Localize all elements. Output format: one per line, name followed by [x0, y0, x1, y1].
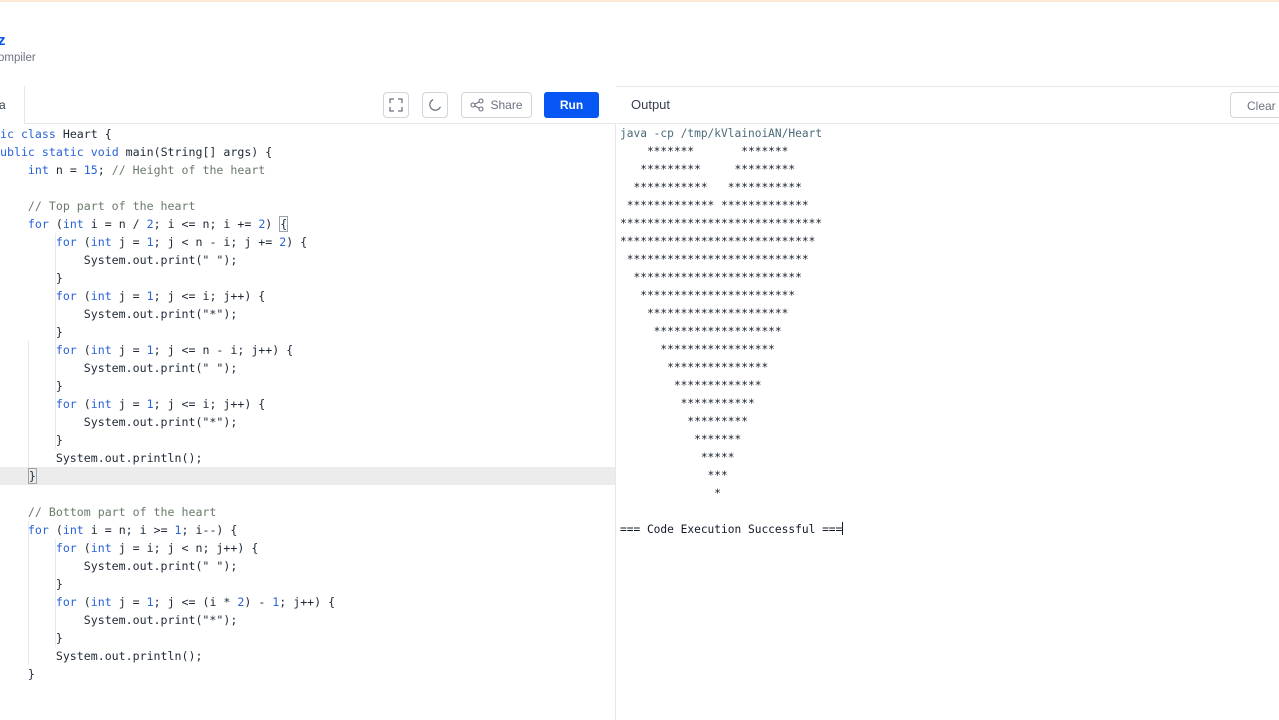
output-line: *** — [620, 469, 728, 482]
output-title: Output — [631, 97, 671, 112]
output-line: ********* — [620, 415, 748, 428]
output-line: ************************* — [620, 271, 802, 284]
output-line: * — [620, 487, 722, 500]
output-line: *********************** — [620, 289, 796, 302]
code-line: } — [0, 433, 63, 447]
output-line: ******************* — [620, 325, 782, 338]
editor-pane: a Share Run ic class Heart { ublic static… — [0, 86, 616, 720]
output-header: Output Clear — [617, 86, 1279, 124]
output-line: ***************** — [620, 343, 775, 356]
output-line: ******* ******* — [620, 145, 789, 158]
code-line: for (int j = i; j < n; j++) { — [55, 541, 259, 555]
editor-toolbar: a Share Run — [0, 86, 616, 124]
output-line: ********* ********* — [620, 163, 796, 176]
output-console[interactable]: java -cp /tmp/kVlainoiAN/Heart ******* *… — [617, 124, 1279, 720]
code-line: for (int i = n / 2; i <= n; i += 2) { — [27, 216, 289, 232]
output-line: ***************************** — [620, 235, 816, 248]
expand-icon — [389, 98, 403, 112]
file-tab-label: a — [0, 98, 6, 112]
output-line: *********** *********** — [620, 181, 802, 194]
share-button[interactable]: Share — [461, 92, 532, 118]
code-line: System.out.print(" "); — [0, 361, 238, 375]
code-line: for (int j = 1; j <= (i * 2) - 1; j++) { — [55, 595, 336, 609]
output-line: === Code Execution Successful === — [620, 522, 844, 536]
run-label: Run — [559, 98, 584, 112]
clear-label: Clear — [1247, 99, 1276, 113]
code-line: } — [0, 379, 63, 393]
file-tab[interactable]: a — [0, 86, 25, 124]
output-line: *************** — [620, 361, 769, 374]
code-editor[interactable]: ic class Heart { ublic static void main(S… — [0, 124, 615, 720]
theme-toggle-button[interactable] — [422, 92, 448, 118]
code-line: // Bottom part of the heart — [27, 505, 217, 519]
code-line: } — [0, 325, 63, 339]
code-line: } — [0, 577, 63, 591]
run-button[interactable]: Run — [544, 92, 599, 118]
output-line: *************************** — [620, 253, 809, 266]
code-line: System.out.print("*"); — [0, 613, 238, 627]
code-line: for (int i = n; i >= 1; i--) { — [27, 523, 238, 537]
output-line: ******* — [620, 433, 742, 446]
code-line: } — [0, 667, 35, 681]
code-line: // Top part of the heart — [27, 199, 196, 213]
output-line: ***** — [620, 451, 735, 464]
code-line: System.out.println(); — [0, 451, 203, 465]
code-line: ublic static void main(String[] args) { — [0, 145, 273, 159]
output-pane: Output Clear java -cp /tmp/kVlainoiAN/He… — [617, 86, 1279, 720]
output-line: ****************************** — [620, 217, 823, 230]
code-line: for (int j = 1; j <= i; j++) { — [55, 289, 266, 303]
code-line: System.out.print(" "); — [0, 559, 238, 573]
code-line: System.out.print(" "); — [0, 253, 238, 267]
fullscreen-button[interactable] — [383, 92, 409, 118]
share-label: Share — [490, 98, 523, 112]
brand-name: z — [0, 32, 6, 49]
code-line: } — [0, 467, 615, 485]
code-line: } — [0, 271, 63, 285]
code-line: ic class Heart { — [0, 127, 112, 141]
share-icon — [470, 98, 485, 112]
clear-button[interactable]: Clear — [1230, 92, 1279, 118]
code-line: } — [0, 631, 63, 645]
output-line: ********************* — [620, 307, 789, 320]
output-line: ************* ************* — [620, 199, 809, 212]
code-line: for (int j = 1; j < n - i; j += 2) { — [55, 235, 308, 249]
output-line: *********** — [620, 397, 755, 410]
code-line: for (int j = 1; j <= n - i; j++) { — [55, 343, 294, 357]
output-command-line: java -cp /tmp/kVlainoiAN/Heart — [620, 127, 823, 140]
code-line: int n = 15; // Height of the heart — [27, 163, 266, 177]
brand-subtitle: ompiler — [0, 52, 36, 64]
code-line: System.out.print("*"); — [0, 307, 238, 321]
code-line: System.out.println(); — [0, 649, 203, 663]
code-line: for (int j = 1; j <= i; j++) { — [55, 397, 266, 411]
code-line: System.out.print("*"); — [0, 415, 238, 429]
output-line: ************* — [620, 379, 762, 392]
moon-icon — [429, 99, 441, 111]
text-caret — [842, 522, 844, 535]
top-accent-strip — [0, 0, 1279, 2]
